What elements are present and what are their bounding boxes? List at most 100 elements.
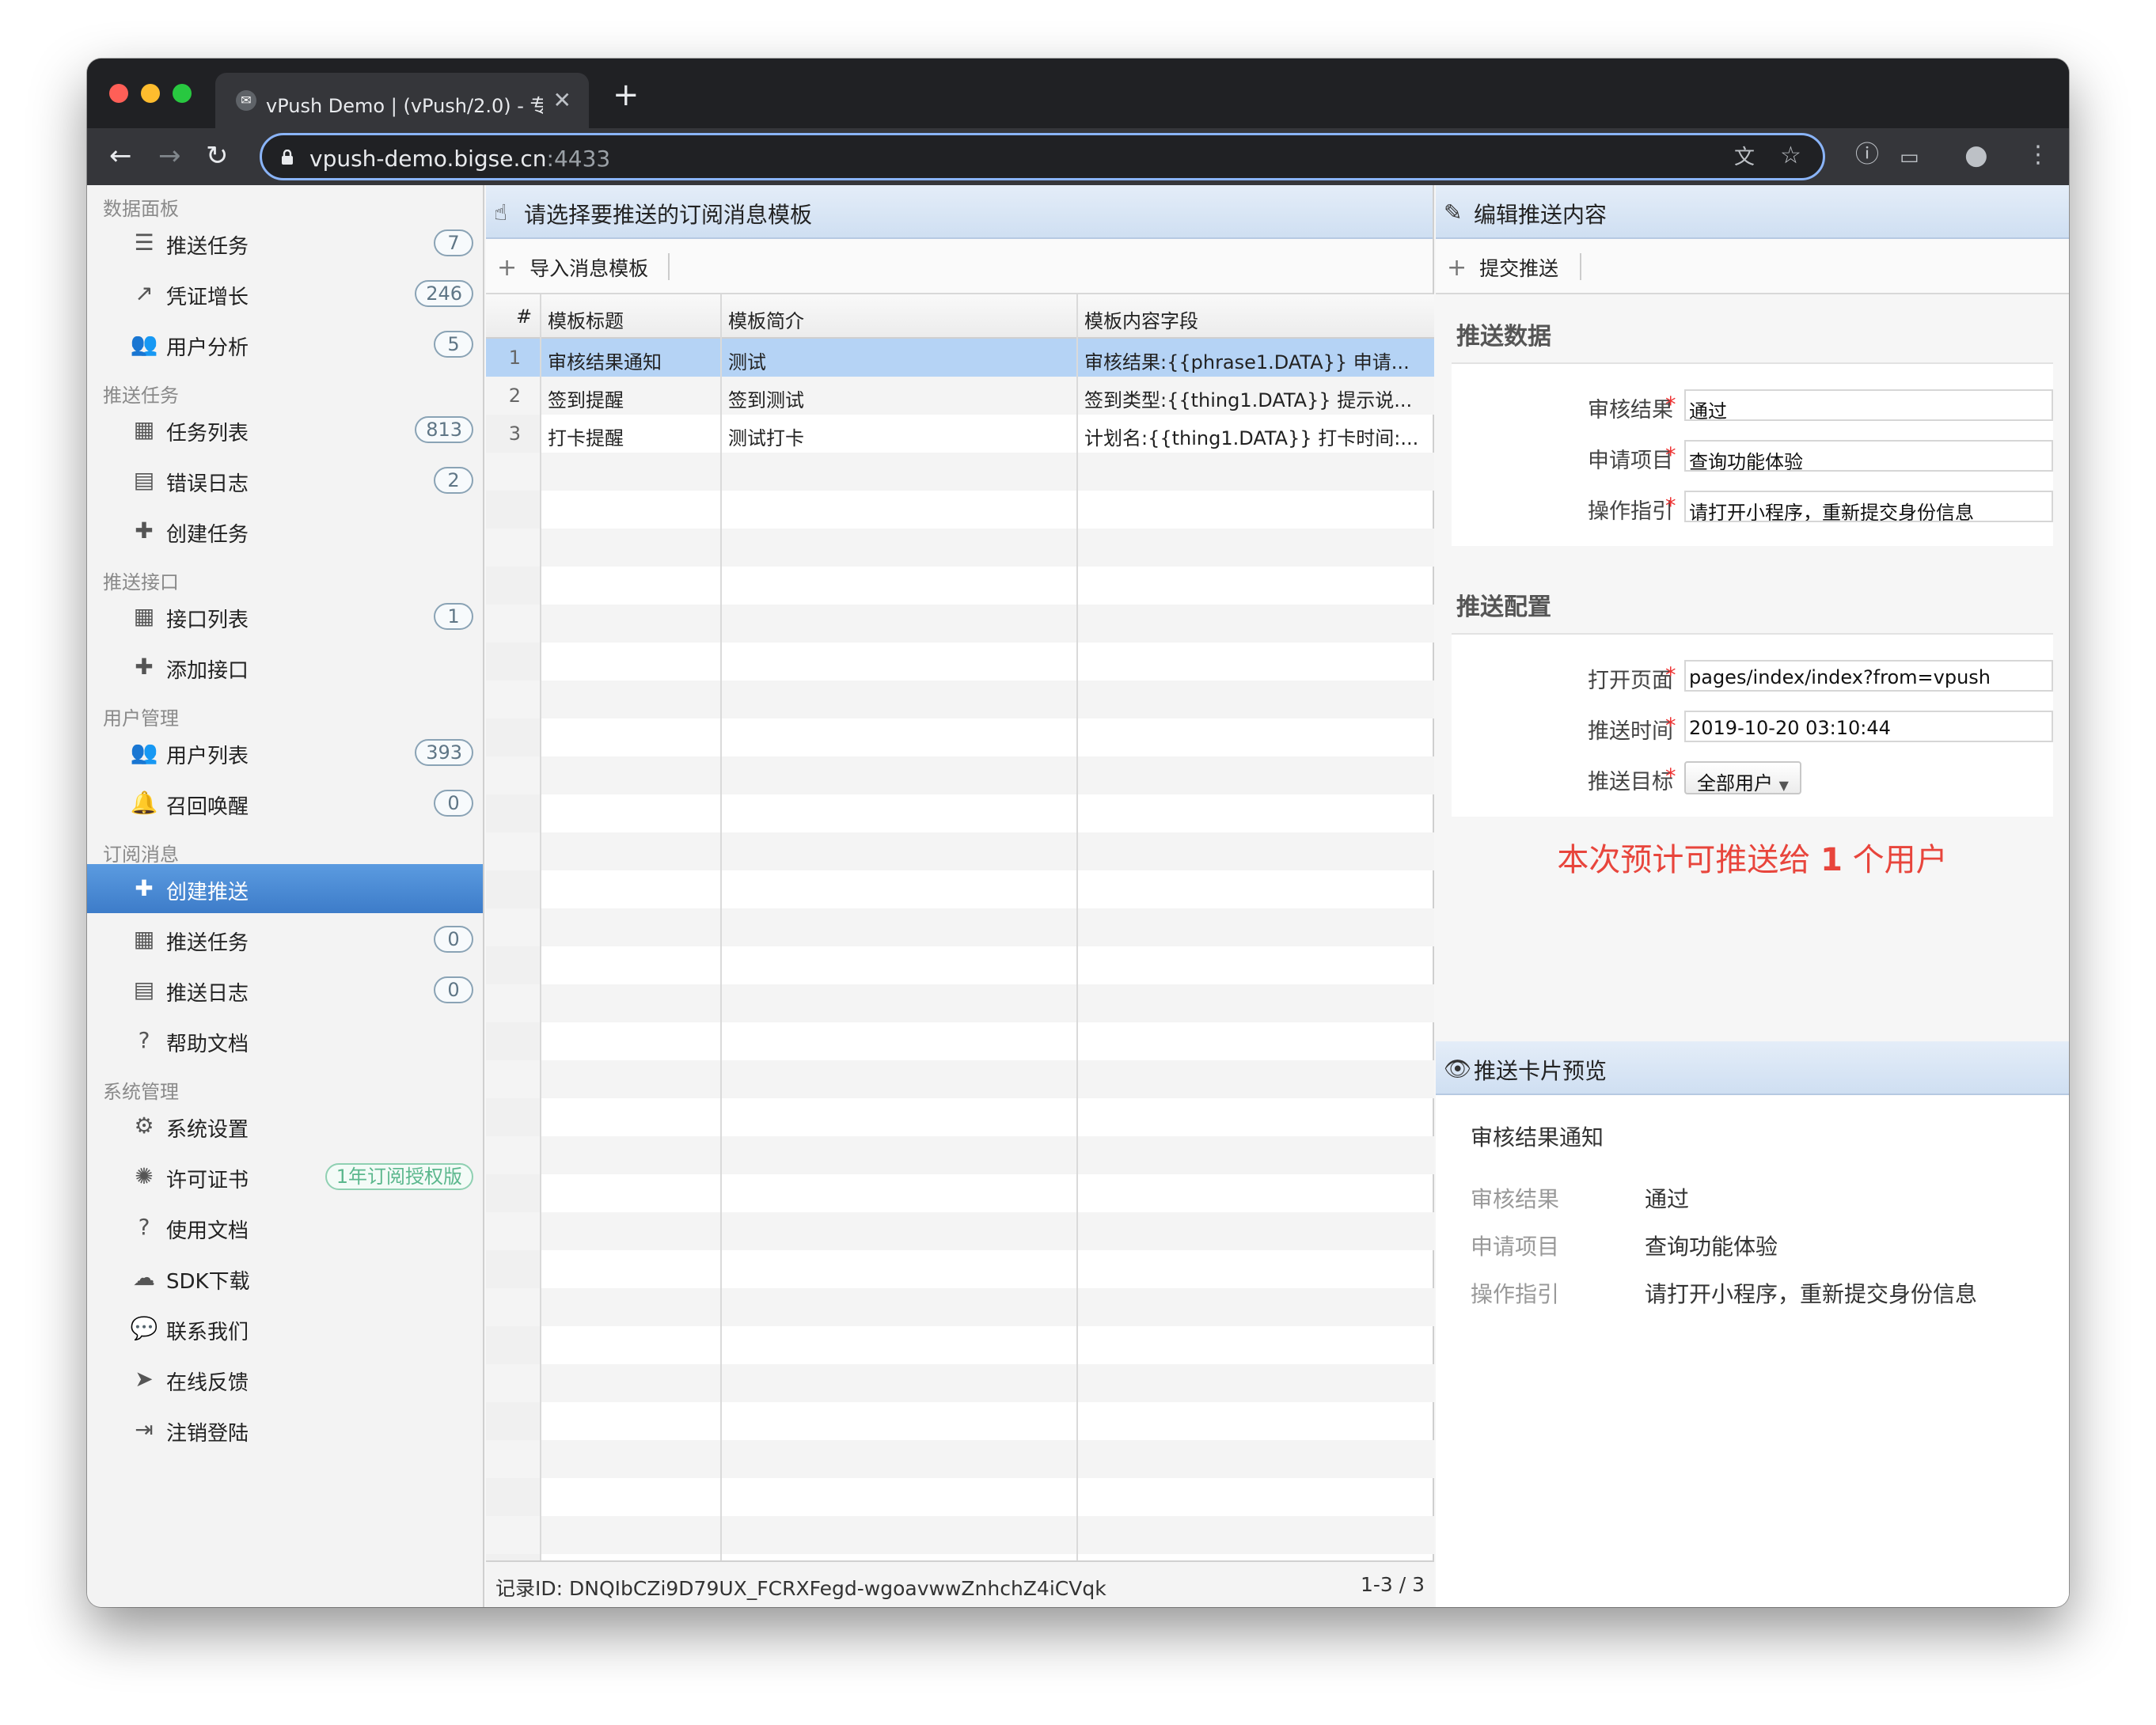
reload-icon[interactable]: ↻: [206, 141, 229, 171]
row-number: 2: [508, 385, 521, 407]
grid-rows: 1 审核结果通知 测试 审核结果:{{phrase1.DATA}} 申请... 2 签到提…: [486, 339, 1434, 1554]
page-input[interactable]: pages/index/index?from=vpush: [1684, 660, 2053, 692]
table-row: [486, 908, 1434, 946]
table-row: [486, 567, 1434, 605]
templates-panel-title: 请选择要推送的订阅消息模板: [524, 202, 813, 228]
table-row: [486, 453, 1434, 491]
time-input[interactable]: 2019-10-20 03:10:44: [1684, 711, 2053, 742]
sidebar-item-label: 注销登陆: [166, 1422, 249, 1446]
info-icon[interactable]: ⓘ: [1855, 141, 1879, 169]
count-badge: 2: [434, 467, 473, 494]
required-asterisk: *: [1665, 443, 1676, 468]
sidebar-item[interactable]: 👥 用户列表 393: [87, 728, 483, 777]
menu-kebab-icon[interactable]: ⋮: [2026, 141, 2050, 169]
new-tab-button[interactable]: +: [613, 79, 640, 111]
push-config-form: 打开页面 * pages/index/index?from=vpush 推送时间 *…: [1452, 633, 2053, 817]
preview-panel-header: 👁 推送卡片预览: [1436, 1041, 2069, 1095]
app-page: 数据面板 ☰ 推送任务 7 ↗ 凭证增长 246 👥 用户分析 5 推送任务 ▦ 任务列表 813 ▤ 错误日…: [87, 185, 2069, 1607]
count-badge: 813: [415, 416, 473, 443]
col-header-title[interactable]: 模板标题: [548, 305, 624, 333]
sidebar: 数据面板 ☰ 推送任务 7 ↗ 凭证增长 246 👥 用户分析 5 推送任务 ▦ 任务列表 813 ▤ 错误日…: [87, 185, 484, 1607]
sidebar-item[interactable]: 👥 用户分析 5: [87, 320, 483, 369]
edit-panel-header: ✎ 编辑推送内容: [1436, 185, 2069, 239]
target-label: 推送目标: [1588, 770, 1673, 794]
sidebar-item[interactable]: ? 帮助文档: [87, 1016, 483, 1065]
line-chart-icon: ↗: [135, 280, 154, 306]
close-window-button[interactable]: [109, 84, 128, 103]
table-row: [486, 1364, 1434, 1402]
field-1-input[interactable]: 通过: [1684, 389, 2053, 421]
template-title-cell: 打卡提醒: [548, 427, 624, 449]
sidebar-item[interactable]: ☁ SDK下载: [87, 1253, 483, 1302]
field-label: 申请项目: [1588, 449, 1673, 473]
table-row: [486, 1516, 1434, 1554]
browser-window: ✉ vPush Demo | (vPush/2.0) - 专业 ✕ + ← → …: [87, 59, 2069, 1607]
sidebar-item[interactable]: ▦ 任务列表 813: [87, 405, 483, 454]
field-2-input[interactable]: 查询功能体验: [1684, 440, 2053, 472]
count-badge: 393: [415, 739, 473, 766]
profile-avatar-icon[interactable]: ●: [1964, 141, 1988, 169]
table-row[interactable]: 2 签到提醒 签到测试 签到类型:{{thing1.DATA}} 提示说...: [486, 377, 1434, 415]
table-row: [486, 984, 1434, 1022]
chat-favicon-icon: ✉: [236, 90, 256, 111]
sign-out-icon: ⇥: [135, 1416, 154, 1443]
bookmark-star-icon[interactable]: ☆: [1780, 142, 1801, 170]
grid-footer: 记录ID: DNQIbCZi9D79UX_FCRXFegd-wgoavwwZnh…: [486, 1560, 1434, 1607]
toolbar-divider: [668, 253, 670, 280]
edit-toolbar: + 提交推送: [1436, 239, 2069, 294]
table-row: [486, 681, 1434, 718]
sidebar-item[interactable]: ✚ 创建任务: [87, 506, 483, 555]
sidebar-item-label: 帮助文档: [166, 1033, 249, 1056]
plus-icon: +: [497, 254, 518, 282]
field-3-input[interactable]: 请打开小程序，重新提交身份信息: [1684, 491, 2053, 522]
preview-row: 审核结果 通过: [1471, 1186, 1690, 1212]
reader-icon[interactable]: ▭: [1900, 143, 1919, 172]
field-label: 操作指引: [1588, 499, 1673, 524]
sidebar-item[interactable]: ▦ 推送任务 0: [87, 915, 483, 964]
maximize-window-button[interactable]: [173, 84, 192, 103]
sidebar-item-label: 使用文档: [166, 1219, 249, 1243]
sidebar-item[interactable]: ➤ 在线反馈: [87, 1355, 483, 1404]
sidebar-item[interactable]: ✚ 添加接口: [87, 643, 483, 692]
forward-icon[interactable]: →: [158, 141, 181, 171]
edit-panel: ✎ 编辑推送内容 + 提交推送 推送数据 审核结果 * 通过 申请项目 * 查询功能体…: [1436, 185, 2069, 1607]
table-row[interactable]: 1 审核结果通知 测试 审核结果:{{phrase1.DATA}} 申请...: [486, 339, 1434, 377]
sidebar-item[interactable]: ✺ 许可证书 1年订阅授权版: [87, 1152, 483, 1201]
minimize-window-button[interactable]: [141, 84, 160, 103]
form-row-field-3: 操作指引 * 请打开小程序，重新提交身份信息: [1452, 487, 2053, 529]
col-header-fields[interactable]: 模板内容字段: [1084, 305, 1198, 333]
sidebar-item[interactable]: ↗ 凭证增长 246: [87, 269, 483, 318]
submit-push-button[interactable]: + 提交推送: [1447, 253, 1558, 282]
sidebar-item[interactable]: ⚙ 系统设置: [87, 1101, 483, 1151]
sidebar-item[interactable]: ? 使用文档: [87, 1203, 483, 1252]
sidebar-item[interactable]: ✚ 创建推送: [87, 864, 483, 913]
sidebar-item[interactable]: 🔔 召回唤醒 0: [87, 779, 483, 828]
target-select[interactable]: 全部用户 ▼: [1684, 761, 1801, 794]
sidebar-item[interactable]: ⇥ 注销登陆: [87, 1405, 483, 1454]
import-template-button[interactable]: + 导入消息模板: [497, 253, 648, 282]
sidebar-item-label: 用户分析: [166, 336, 249, 360]
sidebar-item[interactable]: ▤ 推送日志 0: [87, 965, 483, 1014]
close-tab-icon[interactable]: ✕: [553, 87, 571, 113]
browser-tab[interactable]: ✉ vPush Demo | (vPush/2.0) - 专业 ✕: [215, 73, 589, 128]
count-badge: 246: [415, 280, 473, 307]
col-header-desc[interactable]: 模板简介: [728, 305, 804, 333]
sidebar-item[interactable]: ☰ 推送任务 7: [87, 218, 483, 267]
form-row-target: 推送目标 * 全部用户 ▼: [1452, 758, 2053, 799]
table-row[interactable]: 3 打卡提醒 测试打卡 计划名:{{thing1.DATA}} 打卡时间:...: [486, 415, 1434, 453]
sidebar-item[interactable]: ▤ 错误日志 2: [87, 456, 483, 505]
table-row: [486, 1098, 1434, 1136]
edit-panel-title: 编辑推送内容: [1474, 202, 1608, 228]
col-header-index[interactable]: #: [516, 305, 532, 328]
sidebar-item[interactable]: 💬 联系我们: [87, 1304, 483, 1353]
back-icon[interactable]: ←: [109, 141, 132, 171]
sidebar-group-label: 系统管理: [103, 1081, 179, 1103]
translate-icon[interactable]: 文: [1734, 143, 1755, 172]
row-number: 1: [508, 347, 521, 369]
sidebar-group-label: 用户管理: [103, 707, 179, 730]
sidebar-item-label: 任务列表: [166, 422, 249, 445]
sidebar-item[interactable]: ▦ 接口列表 1: [87, 592, 483, 641]
address-bar[interactable]: vpush-demo.bigse.cn:4433 文 ☆: [260, 133, 1825, 180]
preview-panel-title: 推送卡片预览: [1474, 1058, 1608, 1084]
plus-icon: ✚: [135, 518, 154, 544]
